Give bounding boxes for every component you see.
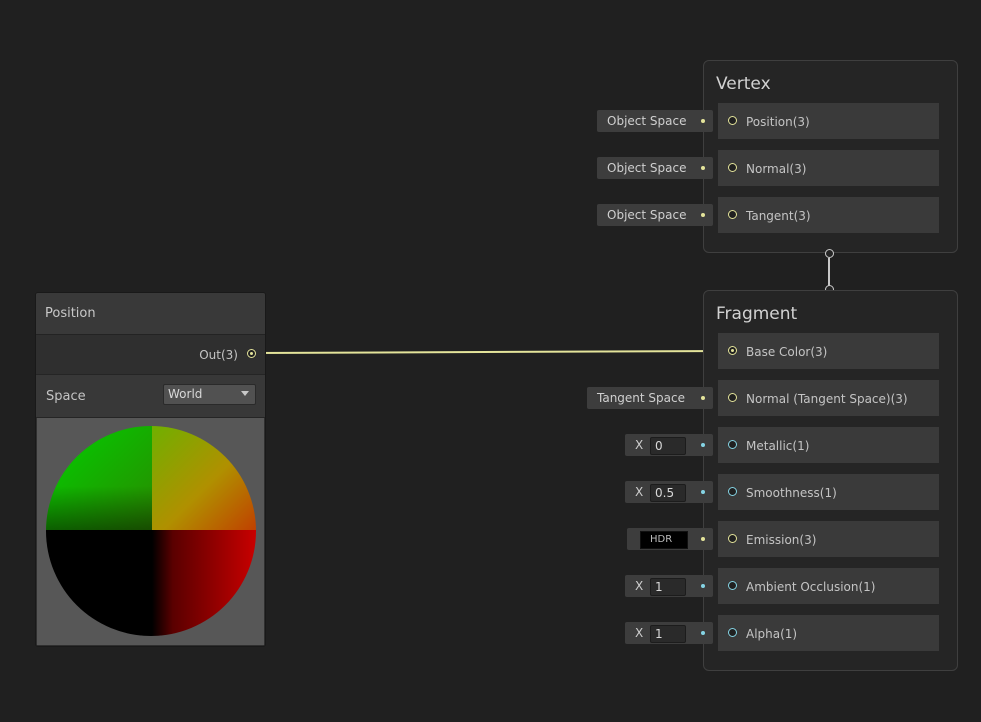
dot-icon [701, 490, 705, 494]
emission-color-field[interactable]: HDR [640, 531, 688, 549]
dot-icon [701, 213, 705, 217]
preview-sphere [46, 426, 256, 636]
fragment-slot-normal[interactable]: Normal (Tangent Space)(3) [718, 380, 939, 416]
space-dropdown-value: World [168, 387, 203, 401]
fragment-slot-metallic[interactable]: Metallic(1) [718, 427, 939, 463]
dot-icon [701, 119, 705, 123]
dot-icon [701, 396, 705, 400]
field-value: 1 [655, 627, 663, 641]
slot-label: Normal (Tangent Space)(3) [746, 392, 908, 406]
alpha-field[interactable]: 1 [650, 625, 686, 643]
slot-label: Ambient Occlusion(1) [746, 580, 876, 594]
output-label: Out(3) [199, 348, 238, 362]
metallic-field[interactable]: 0 [650, 437, 686, 455]
axis-label: X [635, 485, 644, 499]
slot-label: Tangent(3) [746, 209, 811, 223]
slot-label: Alpha(1) [746, 627, 798, 641]
fragment-normal-input[interactable]: Tangent Space [587, 387, 713, 409]
port-circle-icon[interactable] [728, 581, 737, 590]
dot-icon [701, 443, 705, 447]
port-circle-icon[interactable] [728, 487, 737, 496]
vertex-title: Vertex [716, 74, 771, 94]
dot-icon [701, 537, 705, 541]
fragment-title: Fragment [716, 304, 798, 324]
vertex-slot-normal[interactable]: Normal(3) [718, 150, 939, 186]
axis-label: X [635, 438, 644, 452]
position-node[interactable]: Position Out(3) Space World [35, 292, 266, 647]
field-value: 0.5 [655, 486, 675, 500]
output-port-icon[interactable] [247, 349, 256, 358]
metallic-input: X 0 [625, 434, 713, 456]
slot-label: Emission(3) [746, 533, 817, 547]
edge-position-to-basecolor[interactable] [254, 350, 729, 354]
input-label: Object Space [607, 208, 687, 222]
node-preview [37, 418, 264, 645]
fragment-slot-emission[interactable]: Emission(3) [718, 521, 939, 557]
dot-icon [701, 584, 705, 588]
vertex-normal-input[interactable]: Object Space [597, 157, 713, 179]
dot-icon [701, 166, 705, 170]
alpha-input: X 1 [625, 622, 713, 644]
position-node-header[interactable]: Position [36, 293, 265, 335]
field-value: 0 [655, 439, 663, 453]
vertex-slot-tangent[interactable]: Tangent(3) [718, 197, 939, 233]
input-label: Object Space [607, 114, 687, 128]
port-circle-icon[interactable] [728, 116, 737, 125]
slot-label: Position(3) [746, 115, 810, 129]
hdr-label: HDR [650, 534, 673, 545]
vertex-slot-position[interactable]: Position(3) [718, 103, 939, 139]
fragment-slot-alpha[interactable]: Alpha(1) [718, 615, 939, 651]
port-circle-icon[interactable] [728, 628, 737, 637]
axis-label: X [635, 579, 644, 593]
fragment-slot-base-color[interactable]: Base Color(3) [718, 333, 939, 369]
slot-label: Base Color(3) [746, 345, 828, 359]
ao-input: X 1 [625, 575, 713, 597]
slot-label: Metallic(1) [746, 439, 810, 453]
ao-field[interactable]: 1 [650, 578, 686, 596]
space-dropdown[interactable]: World [163, 384, 256, 405]
vertex-tangent-input[interactable]: Object Space [597, 204, 713, 226]
port-circle-icon[interactable] [728, 163, 737, 172]
port-circle-icon[interactable] [728, 393, 737, 402]
input-label: Tangent Space [597, 391, 685, 405]
fragment-slot-ambient-occlusion[interactable]: Ambient Occlusion(1) [718, 568, 939, 604]
smoothness-input: X 0.5 [625, 481, 713, 503]
chevron-down-icon [241, 391, 249, 396]
input-label: Object Space [607, 161, 687, 175]
space-row: Space World [36, 374, 265, 418]
dot-icon [701, 631, 705, 635]
vertex-position-input[interactable]: Object Space [597, 110, 713, 132]
space-label: Space [46, 389, 86, 404]
port-circle-icon[interactable] [728, 346, 737, 355]
port-circle-icon[interactable] [728, 210, 737, 219]
slot-label: Smoothness(1) [746, 486, 837, 500]
fragment-slot-smoothness[interactable]: Smoothness(1) [718, 474, 939, 510]
emission-input: HDR [627, 528, 713, 550]
port-circle-icon[interactable] [728, 534, 737, 543]
position-output-row: Out(3) [36, 335, 265, 373]
port-circle-icon[interactable] [728, 440, 737, 449]
slot-label: Normal(3) [746, 162, 807, 176]
axis-label: X [635, 626, 644, 640]
field-value: 1 [655, 580, 663, 594]
position-node-title: Position [45, 306, 96, 321]
smoothness-field[interactable]: 0.5 [650, 484, 686, 502]
vertex-out-port-icon[interactable] [825, 249, 834, 258]
